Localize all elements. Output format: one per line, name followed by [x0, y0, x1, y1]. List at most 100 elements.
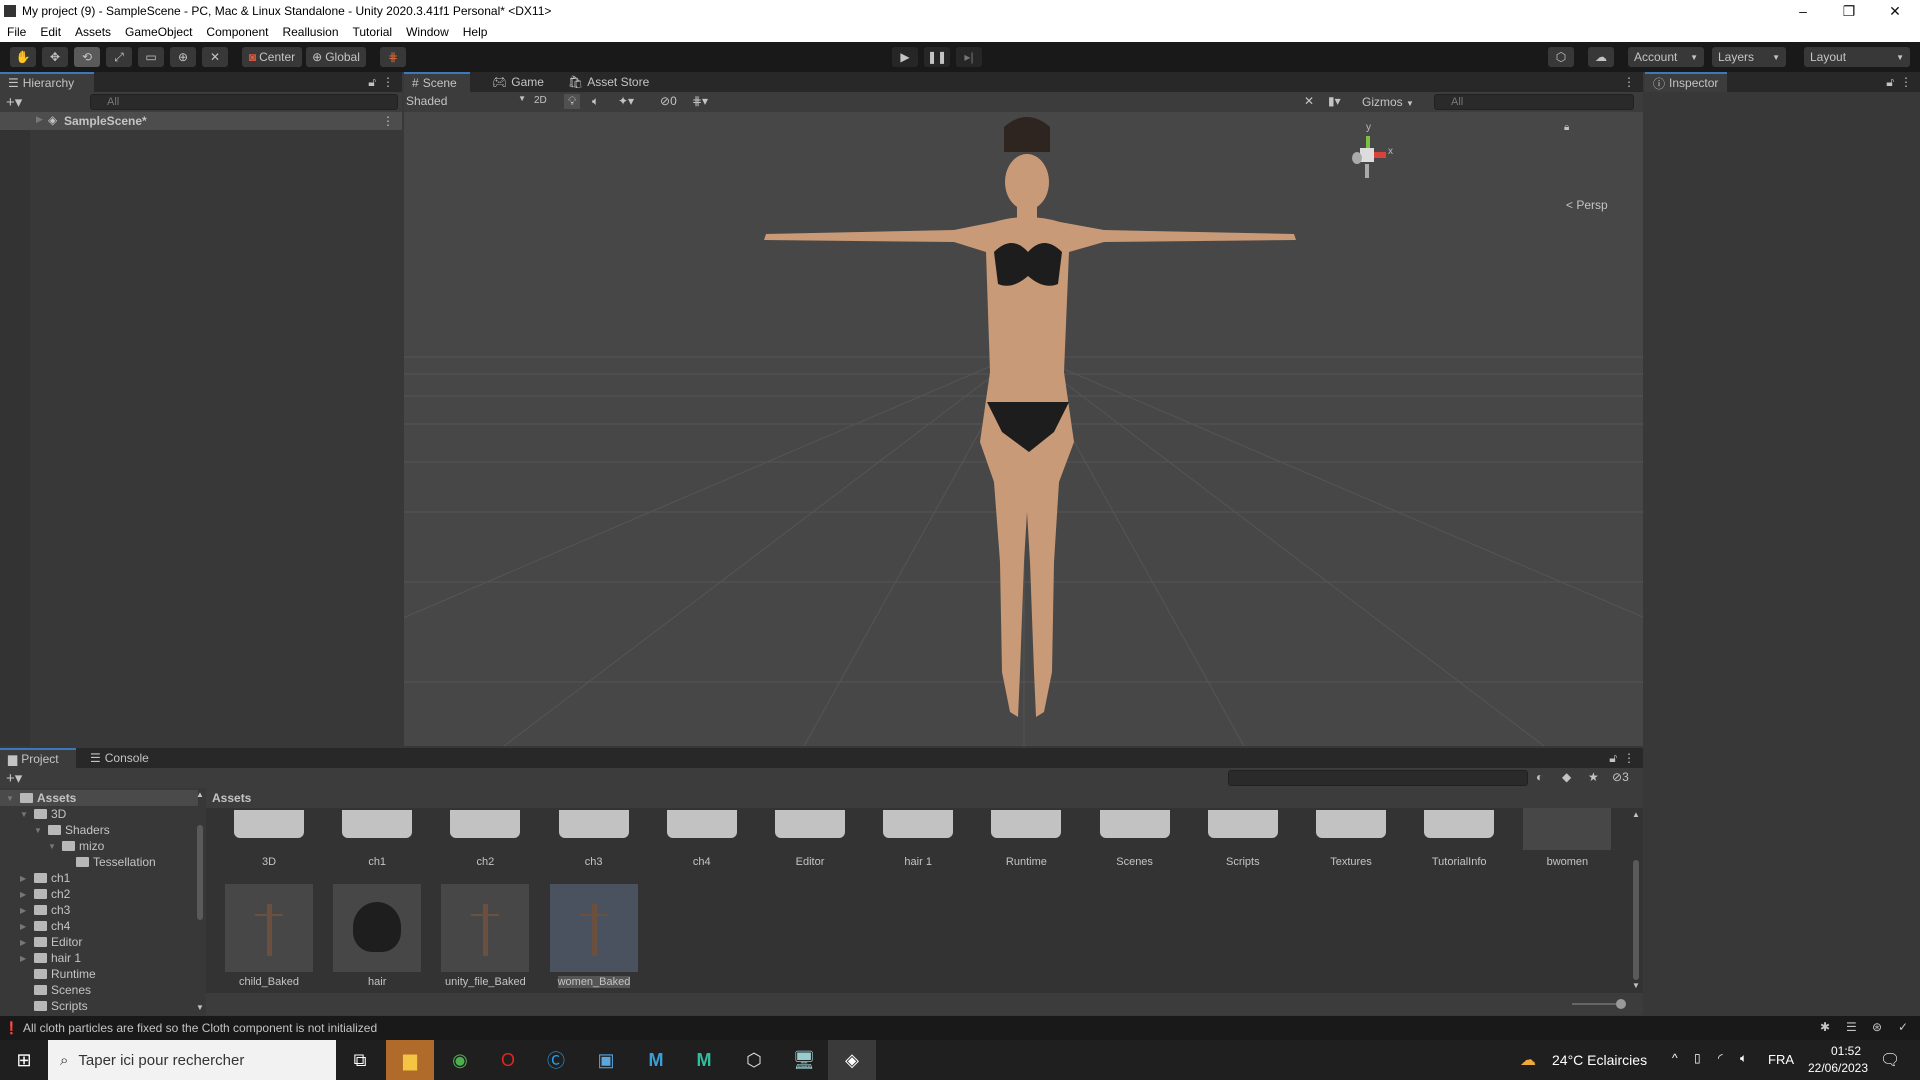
debug-icon[interactable]: ✱ — [1820, 1020, 1830, 1034]
unity-hub-icon[interactable]: ⬡ — [730, 1040, 778, 1080]
gizmos-dropdown[interactable]: Gizmos ▼ — [1362, 95, 1414, 109]
pause-button[interactable]: ❚❚ — [924, 47, 950, 67]
tree-scrollbar[interactable]: ▲ ▼ — [196, 790, 204, 1012]
unity-editor-icon[interactable]: ◈ — [828, 1040, 876, 1080]
lock-icon[interactable]: 🔓︎ — [1609, 751, 1617, 766]
lock-icon[interactable]: 🔓︎ — [1886, 75, 1894, 90]
2d-toggle[interactable]: 2D — [534, 95, 547, 106]
more-menu-icon[interactable]: ⋮ — [1623, 75, 1635, 89]
tree-item-scripts[interactable]: Scripts — [20, 998, 88, 1014]
tree-item-shaders[interactable]: ▼ Shaders — [34, 822, 110, 838]
meet-now-icon[interactable]: ▯ — [1694, 1051, 1701, 1065]
scene-row[interactable]: ▶ ◈ SampleScene* ⋮ — [0, 112, 402, 130]
tab-hierarchy[interactable]: ☰ Hierarchy — [0, 72, 94, 92]
lock-icon[interactable]: 🔓︎ — [368, 75, 376, 90]
collapsed-arrow-icon[interactable]: ▶ — [20, 874, 30, 883]
tree-item-3d[interactable]: ▼ 3D — [20, 806, 66, 822]
rect-tool-icon[interactable]: ▭ — [138, 47, 164, 67]
collapsed-arrow-icon[interactable]: ▶ — [20, 954, 30, 963]
audio-toggle-icon[interactable]: 🔈︎ — [592, 94, 599, 109]
tab-scene[interactable]: # Scene — [404, 72, 470, 92]
scene-search-input[interactable]: All — [1434, 94, 1634, 110]
tab-console[interactable]: ☰ Console — [82, 748, 157, 768]
taskbar-search-input[interactable]: ⌕ Taper ici pour rechercher — [48, 1040, 336, 1080]
shading-dropdown[interactable]: Shaded ▼ — [406, 94, 526, 108]
lighting-toggle-icon[interactable]: 💡︎ — [564, 94, 581, 109]
favorites-icon[interactable]: ★ — [1588, 770, 1599, 784]
maya-lt-icon[interactable]: M — [632, 1040, 680, 1080]
icon-size-slider[interactable] — [1572, 1003, 1622, 1005]
hand-tool-icon[interactable]: ✋ — [10, 47, 36, 67]
weather-text[interactable]: 24°C Eclaircies — [1552, 1052, 1647, 1068]
slider-handle[interactable] — [1616, 999, 1626, 1009]
pivot-center-button[interactable]: ◙ Center — [242, 47, 302, 67]
camera-icon[interactable]: ▮▾ — [1328, 94, 1341, 108]
tab-project[interactable]: ▆ Project — [0, 748, 76, 768]
more-menu-icon[interactable]: ⋮ — [1623, 751, 1635, 765]
scene-viewport[interactable]: y x 🔒︎ < Persp — [404, 112, 1643, 746]
rotate-tool-icon[interactable]: ⟲ — [74, 47, 100, 67]
expanded-arrow-icon[interactable]: ▼ — [20, 810, 30, 819]
collapsed-arrow-icon[interactable]: ▶ — [20, 922, 30, 931]
collapsed-arrow-icon[interactable]: ▶ — [20, 906, 30, 915]
layout-dropdown[interactable]: Layout ▼ — [1804, 47, 1910, 67]
cache-icon[interactable]: ☰ — [1846, 1020, 1857, 1034]
collapsed-arrow-icon[interactable]: ▶ — [20, 890, 30, 899]
projection-toggle[interactable]: < Persp — [1566, 198, 1608, 212]
expanded-arrow-icon[interactable]: ▼ — [34, 826, 44, 835]
tools-icon[interactable]: ✕ — [1304, 94, 1314, 108]
minimize-button[interactable]: – — [1780, 0, 1826, 22]
tree-item-runtime[interactable]: Runtime — [20, 966, 96, 982]
scene-menu-icon[interactable]: ⋮ — [382, 114, 394, 128]
search-by-type-icon[interactable]: ◐ — [1536, 770, 1543, 784]
tree-item-ch1[interactable]: ▶ ch1 — [20, 870, 70, 886]
play-button[interactable]: ▶ — [892, 47, 918, 67]
tab-asset-store[interactable]: 🛍︎ Asset Store — [560, 72, 657, 92]
menu-help[interactable]: Help — [456, 25, 495, 39]
more-menu-icon[interactable]: ⋮ — [382, 75, 394, 89]
tree-item-scenes[interactable]: Scenes — [20, 982, 91, 998]
clock-time[interactable]: 01:52 — [1816, 1044, 1876, 1058]
hidden-objects-toggle[interactable]: ⊘0 — [660, 94, 677, 108]
hidden-packages-toggle[interactable]: ⊘3 — [1612, 770, 1629, 784]
language-indicator[interactable]: FRA — [1768, 1052, 1794, 1067]
transform-tool-icon[interactable]: ⊕ — [170, 47, 196, 67]
add-button[interactable]: +▾ — [6, 93, 22, 111]
clock-date[interactable]: 22/06/2023 — [1800, 1061, 1876, 1075]
menu-file[interactable]: File — [0, 25, 33, 39]
progress-check-icon[interactable]: ✓ — [1898, 1020, 1908, 1034]
tab-inspector[interactable]: ⓘ Inspector — [1645, 72, 1727, 92]
volume-icon[interactable]: 🔈︎ — [1740, 1051, 1747, 1066]
menu-tutorial[interactable]: Tutorial — [346, 25, 400, 39]
status-bar[interactable]: ❗ All cloth particles are fixed so the C… — [0, 1016, 1920, 1040]
scale-tool-icon[interactable]: ⤢ — [106, 47, 132, 67]
menu-reallusion[interactable]: Reallusion — [275, 25, 345, 39]
layers-dropdown[interactable]: Layers ▼ — [1712, 47, 1786, 67]
expand-arrow-icon[interactable]: ▶ — [36, 114, 43, 125]
account-dropdown[interactable]: Account ▼ — [1628, 47, 1704, 67]
cloud-icon[interactable]: ☁ — [1588, 47, 1614, 67]
snap-grid-icon[interactable]: ⋕ — [380, 47, 406, 67]
tree-item-assets[interactable]: ▼ Assets — [0, 790, 198, 806]
tab-game[interactable]: 🎮︎ Game — [484, 72, 552, 92]
expanded-arrow-icon[interactable]: ▼ — [48, 842, 58, 851]
tree-item-ch2[interactable]: ▶ ch2 — [20, 886, 70, 902]
opera-icon[interactable]: O — [484, 1040, 532, 1080]
collab-icon[interactable]: ⬡ — [1548, 47, 1574, 67]
hierarchy-search-input[interactable]: All — [90, 94, 398, 110]
app-window-icon[interactable]: ▣ — [582, 1040, 630, 1080]
collapsed-arrow-icon[interactable]: ▶ — [20, 938, 30, 947]
tree-item-editor[interactable]: ▶ Editor — [20, 934, 82, 950]
ccleaner-icon[interactable]: Ⓒ — [532, 1040, 580, 1080]
windows-start-icon[interactable]: ⊞ — [0, 1040, 48, 1080]
gizmo-lock-icon[interactable]: 🔒︎ — [1564, 122, 1569, 133]
menu-assets[interactable]: Assets — [68, 25, 118, 39]
menu-gameobject[interactable]: GameObject — [118, 25, 199, 39]
tree-item-mizo[interactable]: ▼ mizo — [48, 838, 104, 854]
create-button[interactable]: +▾ — [6, 769, 22, 787]
expanded-arrow-icon[interactable]: ▼ — [6, 794, 16, 803]
search-by-label-icon[interactable]: ◆ — [1562, 770, 1571, 784]
orientation-gizmo[interactable]: y x — [1344, 122, 1414, 192]
menu-edit[interactable]: Edit — [33, 25, 68, 39]
tree-item-ch3[interactable]: ▶ ch3 — [20, 902, 70, 918]
